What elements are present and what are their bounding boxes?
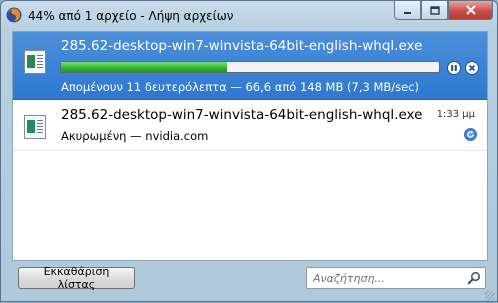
- footer-bar: Εκκαθάριση λίστας: [1, 263, 497, 303]
- download-progress-bar: [60, 61, 440, 73]
- exe-file-icon: [21, 113, 49, 141]
- search-icon[interactable]: [467, 271, 481, 285]
- close-button[interactable]: [448, 1, 493, 20]
- cancel-icon: [468, 64, 476, 72]
- download-time: 1:33 μμ: [436, 109, 475, 120]
- window-title: 44% από 1 αρχείο - Λήψη αρχείων: [28, 9, 234, 23]
- close-icon: [465, 5, 476, 15]
- maximize-button[interactable]: [421, 1, 448, 20]
- search-input[interactable]: [307, 268, 471, 288]
- maximize-icon: [429, 5, 440, 15]
- download-item[interactable]: 285.62-desktop-win7-winvista-64bit-engli…: [13, 32, 487, 100]
- title-bar[interactable]: 44% από 1 αρχείο - Λήψη αρχείων: [1, 1, 497, 31]
- downloads-window: 44% από 1 αρχείο - Λήψη αρχείων 285.62-d…: [0, 0, 498, 302]
- download-status: Απομένουν 11 δευτερόλεπτα — 66,6 από 148…: [61, 80, 420, 94]
- download-filename: 285.62-desktop-win7-winvista-64bit-engli…: [61, 107, 423, 123]
- search-box[interactable]: [306, 267, 486, 289]
- window-controls: [394, 1, 493, 20]
- download-progress-fill: [61, 62, 228, 72]
- download-status: Ακυρωμένη — nvidia.com: [61, 129, 209, 143]
- minimize-button[interactable]: [394, 1, 421, 20]
- resize-grip[interactable]: [485, 291, 495, 301]
- retry-button[interactable]: [464, 128, 477, 141]
- download-filename: 285.62-desktop-win7-winvista-64bit-engli…: [61, 38, 423, 54]
- clear-list-button[interactable]: Εκκαθάριση λίστας: [18, 265, 135, 291]
- firefox-icon: [6, 7, 22, 23]
- pause-button[interactable]: [447, 61, 461, 75]
- downloads-list[interactable]: 285.62-desktop-win7-winvista-64bit-engli…: [12, 31, 488, 261]
- pause-icon: [451, 65, 457, 71]
- minimize-icon: [404, 11, 411, 14]
- cancel-button[interactable]: [465, 61, 479, 75]
- exe-file-icon: [21, 48, 49, 76]
- retry-icon: [467, 130, 474, 138]
- download-item[interactable]: 285.62-desktop-win7-winvista-64bit-engli…: [13, 101, 487, 151]
